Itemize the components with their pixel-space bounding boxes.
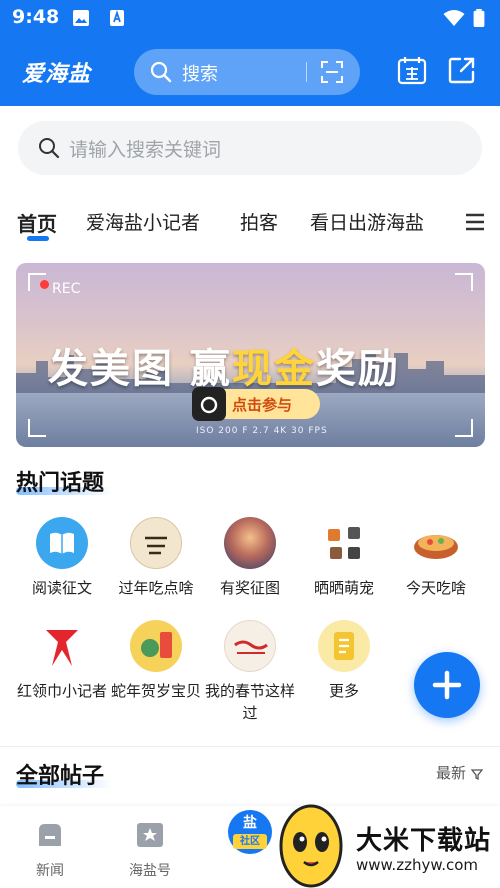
badge-line2: 社区: [233, 834, 267, 849]
search-icon: [39, 138, 60, 159]
camera-meta: ISO 200 F 2.7 4K 30 FPS: [196, 426, 328, 436]
nav-label: 新闻: [36, 863, 64, 879]
red-scarf-icon: [36, 620, 88, 672]
search-divider: [306, 62, 307, 82]
headline-part: 奖励: [315, 346, 400, 392]
rec-label: REC: [52, 281, 81, 297]
topic-label: 今天吃啥: [405, 579, 466, 597]
participate-label: 点击参与: [232, 396, 293, 414]
menu-icon[interactable]: [465, 212, 485, 232]
photo-contest-icon: [224, 517, 276, 569]
topic-label: 阅读征文: [31, 579, 92, 597]
banner-headline: 发美图 赢现金奖励: [48, 336, 400, 394]
scan-icon[interactable]: [320, 60, 344, 84]
news-icon: [39, 824, 61, 846]
pet-icon: [318, 517, 370, 569]
star-icon: [137, 823, 163, 847]
topic-label: 红领巾小记者: [16, 682, 107, 700]
share-icon[interactable]: [447, 55, 477, 85]
sort-dropdown[interactable]: 最新: [436, 762, 484, 783]
participate-button[interactable]: 点击参与: [192, 387, 320, 421]
spring-festival-icon: [224, 620, 276, 672]
camera-icon: [192, 387, 226, 421]
topic-label: 过年吃点啥: [118, 579, 194, 597]
topic-label: 更多: [328, 682, 359, 700]
headline-part: 发美图 赢: [48, 346, 232, 392]
frame-corner: [455, 419, 473, 437]
topic-label: 蛇年贺岁宝贝: [110, 682, 201, 700]
food-bowl-icon: [410, 517, 462, 569]
topic-label: 有奖征图: [219, 579, 280, 597]
app-logo[interactable]: 爱海盐: [22, 56, 91, 88]
top-bar: 9:48 爱海盐 搜索: [0, 0, 500, 106]
topic-label: 我的春节这样过: [204, 682, 295, 722]
topic-label: 晒晒萌宠: [313, 579, 374, 597]
image-notification-icon: [73, 10, 89, 26]
rice-mascot-logo: [279, 804, 343, 888]
more-icon: [318, 620, 370, 672]
search-placeholder: 请输入搜索关键词: [69, 139, 222, 161]
tab-home[interactable]: 首页: [17, 208, 57, 237]
book-icon: [36, 517, 88, 569]
nav-label: 海盐号: [129, 863, 171, 879]
sort-label: 最新: [436, 764, 467, 782]
plus-icon: [432, 670, 462, 700]
wifi-icon: [443, 10, 465, 26]
active-tab-indicator: [27, 236, 49, 241]
snake-year-icon: [130, 620, 182, 672]
battery-icon: [473, 9, 485, 27]
keyword-search-input[interactable]: 请输入搜索关键词: [18, 121, 482, 175]
frame-corner: [28, 273, 46, 291]
watermark-url: www.zzhyw.com: [356, 856, 479, 874]
channel-tabs: 首页 爱海盐小记者 拍客 看日出游海盐: [0, 200, 500, 246]
new-year-food-icon: [130, 517, 182, 569]
create-post-button[interactable]: [414, 652, 480, 718]
frame-corner: [455, 273, 473, 291]
search-icon: [150, 61, 172, 83]
all-posts-title: 全部帖子: [16, 764, 105, 789]
tab-photographer[interactable]: 拍客: [240, 208, 278, 235]
tab-sunrise-travel[interactable]: 看日出游海盐: [310, 208, 424, 235]
hot-topics-title: 热门话题: [16, 471, 105, 496]
status-time: 9:48: [12, 6, 60, 28]
sign-in-calendar-icon[interactable]: [397, 55, 427, 85]
app-notification-icon: [110, 10, 124, 26]
search-label: 搜索: [182, 64, 218, 85]
frame-corner: [28, 419, 46, 437]
app-header: 爱海盐 搜索: [0, 38, 500, 106]
headline-cash: 现金: [231, 346, 316, 392]
search-bar[interactable]: 搜索: [134, 49, 360, 95]
promo-banner[interactable]: REC 发美图 赢现金奖励 点击参与 ISO 200 F 2.7 4K 30 F…: [16, 263, 485, 447]
tab-little-reporter[interactable]: 爱海盐小记者: [86, 208, 200, 235]
badge-line1: 盐: [243, 815, 257, 831]
watermark-text: 大米下载站: [356, 826, 492, 856]
community-badge[interactable]: 盐 社区: [228, 810, 272, 854]
section-divider: [0, 746, 500, 747]
status-bar: 9:48: [0, 0, 500, 38]
filter-icon: [470, 768, 484, 780]
